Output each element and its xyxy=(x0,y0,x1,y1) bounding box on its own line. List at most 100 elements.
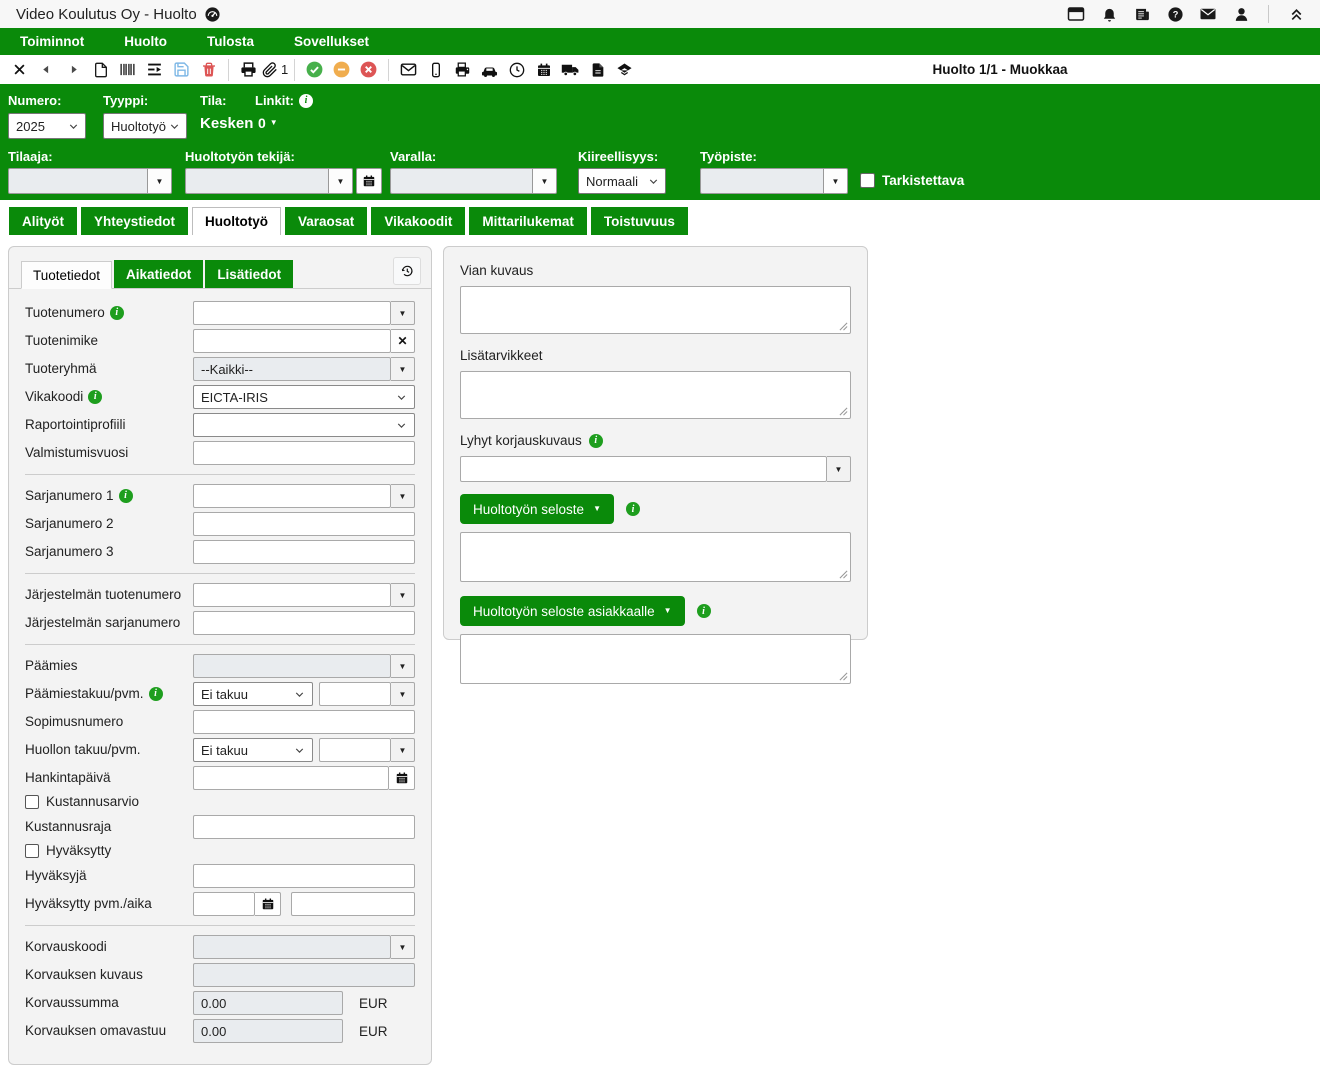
dropdown-arrow-button[interactable]: ▼ xyxy=(391,301,415,325)
kustannusarvio-checkbox[interactable] xyxy=(25,795,39,809)
dropdown-arrow-button[interactable]: ▼ xyxy=(824,168,848,194)
tarkistettava-checkbox[interactable] xyxy=(860,173,875,188)
huollon-takuu-pvm-input[interactable] xyxy=(319,738,391,762)
tekija-combobox[interactable]: ▼ xyxy=(185,168,382,194)
tuoteryhma-input[interactable]: --Kaikki-- xyxy=(193,357,391,381)
car-icon[interactable] xyxy=(476,57,503,83)
delete-icon[interactable] xyxy=(195,57,222,83)
sms-mobile-icon[interactable] xyxy=(422,57,449,83)
menu-sovellukset[interactable]: Sovellukset xyxy=(274,28,389,55)
window-icon[interactable] xyxy=(1066,4,1086,24)
huoltotyon-seloste-button[interactable]: Huoltotyön seloste ▼ xyxy=(460,494,614,524)
jarjestelman-tuotenumero-input[interactable] xyxy=(193,583,391,607)
varalla-input[interactable] xyxy=(390,168,533,194)
sarjanumero2-input[interactable] xyxy=(193,512,415,536)
tuotenumero-input[interactable] xyxy=(193,301,391,325)
sarjanumero3-input[interactable] xyxy=(193,540,415,564)
tab-alityot[interactable]: Alityöt xyxy=(9,207,77,235)
info-icon[interactable]: i xyxy=(697,604,711,618)
info-icon[interactable]: i xyxy=(119,489,133,503)
collapse-angles-up-icon[interactable] xyxy=(1286,4,1306,24)
tab-vikakoodit[interactable]: Vikakoodit xyxy=(371,207,465,235)
subtab-aikatiedot[interactable]: Aikatiedot xyxy=(114,260,203,288)
hyvaksytty-pvm-calendar-button[interactable] xyxy=(255,892,281,916)
paamies-input[interactable] xyxy=(193,654,391,678)
hyvaksytty-pvm-input[interactable] xyxy=(193,892,255,916)
tab-huoltotyo[interactable]: Huoltotyö xyxy=(192,207,281,235)
dropdown-arrow-button[interactable]: ▼ xyxy=(391,738,415,762)
hold-icon[interactable] xyxy=(328,57,355,83)
tab-varaosat[interactable]: Varaosat xyxy=(285,207,367,235)
dropdown-arrow-button[interactable]: ▼ xyxy=(827,456,851,482)
hankintapaiva-calendar-button[interactable] xyxy=(389,766,415,790)
kustannusraja-input[interactable] xyxy=(193,815,415,839)
email-icon[interactable] xyxy=(395,57,422,83)
tyyppi-select[interactable]: Huoltotyö xyxy=(103,113,187,139)
hyvaksyja-input[interactable] xyxy=(193,864,415,888)
next-record-icon[interactable] xyxy=(60,57,87,83)
new-document-icon[interactable] xyxy=(87,57,114,83)
attachments-button[interactable]: 1 xyxy=(262,62,288,78)
huoltotyon-seloste-textarea[interactable] xyxy=(460,532,851,582)
info-icon[interactable]: i xyxy=(299,94,313,108)
hankintapaiva-input[interactable] xyxy=(193,766,389,790)
raportointiprofiili-select[interactable] xyxy=(193,413,415,437)
korvaussumma-input[interactable]: 0.00 xyxy=(193,991,343,1015)
dropdown-arrow-button[interactable]: ▼ xyxy=(391,935,415,959)
tab-yhteystiedot[interactable]: Yhteystiedot xyxy=(81,207,188,235)
huoltotyon-seloste-asiakkaalle-button[interactable]: Huoltotyön seloste asiakkaalle ▼ xyxy=(460,596,685,626)
resize-grip-icon[interactable] xyxy=(839,322,848,331)
print-icon[interactable] xyxy=(235,57,262,83)
close-icon[interactable] xyxy=(6,57,33,83)
dropdown-arrow-button[interactable]: ▼ xyxy=(533,168,557,194)
clear-x-button[interactable]: ✕ xyxy=(391,329,415,353)
approve-icon[interactable] xyxy=(301,57,328,83)
tilaaja-combobox[interactable]: ▼ xyxy=(8,168,172,194)
varalla-combobox[interactable]: ▼ xyxy=(390,168,557,194)
jarjestelman-sarjanumero-input[interactable] xyxy=(193,611,415,635)
hyvaksytty-aika-input[interactable] xyxy=(291,892,415,916)
huoltotyon-seloste-asiakkaalle-textarea[interactable] xyxy=(460,634,851,684)
menu-tulosta[interactable]: Tulosta xyxy=(187,28,274,55)
fax-icon[interactable] xyxy=(449,57,476,83)
dropdown-arrow-button[interactable]: ▼ xyxy=(391,484,415,508)
huollon-takuu-select[interactable]: Ei takuu xyxy=(193,738,313,762)
info-icon[interactable]: i xyxy=(149,687,163,701)
document-notes-icon[interactable] xyxy=(584,57,611,83)
paamiestakuu-select[interactable]: Ei takuu xyxy=(193,682,313,706)
tyopiste-input[interactable] xyxy=(700,168,824,194)
menu-huolto[interactable]: Huolto xyxy=(104,28,187,55)
dropdown-arrow-button[interactable]: ▼ xyxy=(391,583,415,607)
vian-kuvaus-textarea[interactable] xyxy=(460,286,851,334)
user-icon[interactable] xyxy=(1231,4,1251,24)
korvauksen-omavastuu-input[interactable]: 0.00 xyxy=(193,1019,343,1043)
kiireellisyys-select[interactable]: Normaali xyxy=(578,168,666,194)
korvauksen-kuvaus-input[interactable] xyxy=(193,963,415,987)
tab-toistuvuus[interactable]: Toistuvuus xyxy=(591,207,688,235)
lisatarvikkeet-textarea[interactable] xyxy=(460,371,851,419)
save-icon[interactable] xyxy=(168,57,195,83)
dropdown-arrow-button[interactable]: ▼ xyxy=(329,168,353,194)
vikakoodi-select[interactable]: EICTA-IRIS xyxy=(193,385,415,409)
resize-grip-icon[interactable] xyxy=(839,672,848,681)
dropdown-arrow-button[interactable]: ▼ xyxy=(148,168,172,194)
subtab-lisatiedot[interactable]: Lisätiedot xyxy=(205,260,293,288)
clock-icon[interactable] xyxy=(503,57,530,83)
info-icon[interactable]: i xyxy=(626,502,640,516)
dropbox-icon[interactable] xyxy=(611,57,638,83)
valmistumisvuosi-input[interactable] xyxy=(193,441,415,465)
sopimusnumero-input[interactable] xyxy=(193,710,415,734)
menu-toiminnot[interactable]: Toiminnot xyxy=(0,28,104,55)
truck-icon[interactable] xyxy=(557,57,584,83)
tyopiste-combobox[interactable]: ▼ xyxy=(700,168,848,194)
tekija-calendar-button[interactable] xyxy=(356,168,382,194)
hyvaksytty-checkbox[interactable] xyxy=(25,844,39,858)
paamiestakuu-pvm-input[interactable] xyxy=(319,682,391,706)
calendar-icon[interactable] xyxy=(530,57,557,83)
dropdown-arrow-button[interactable]: ▼ xyxy=(391,357,415,381)
history-button[interactable] xyxy=(393,257,421,285)
dropdown-arrow-button[interactable]: ▼ xyxy=(391,682,415,706)
info-icon[interactable]: i xyxy=(589,434,603,448)
info-icon[interactable]: i xyxy=(88,390,102,404)
tekija-input[interactable] xyxy=(185,168,329,194)
